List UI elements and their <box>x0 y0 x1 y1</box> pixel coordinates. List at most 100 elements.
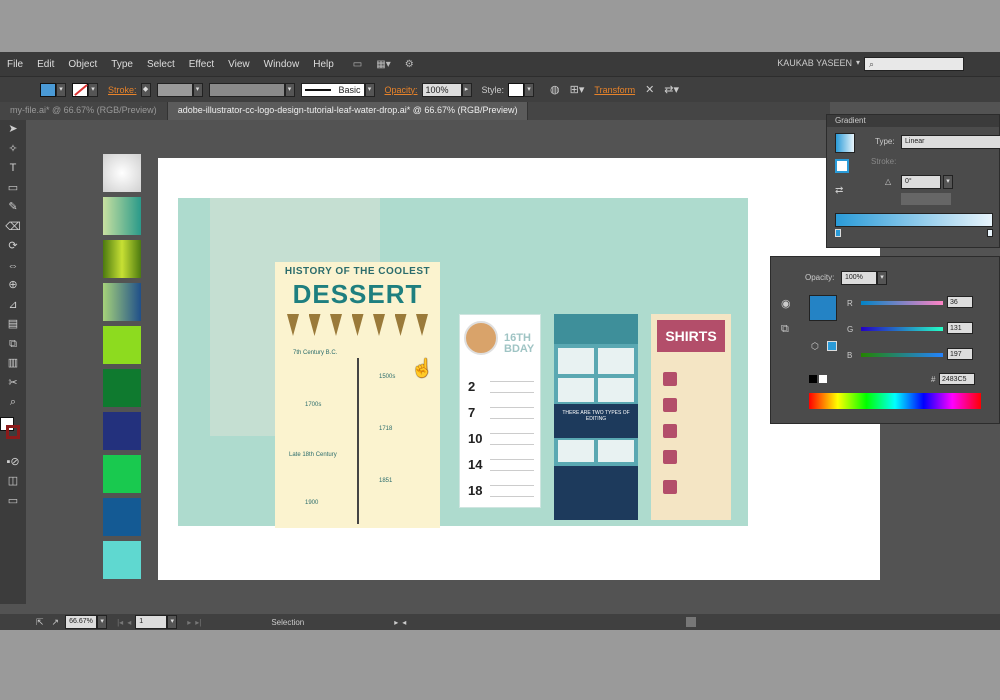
swatch-9[interactable] <box>103 498 141 536</box>
menu-view[interactable]: View <box>221 59 257 70</box>
selection-tool-icon[interactable]: ➤ <box>0 120 26 140</box>
appearance-icon[interactable]: ◉ <box>781 297 791 310</box>
r-slider[interactable] <box>861 301 943 305</box>
swatch-4[interactable] <box>103 283 141 321</box>
artboard-number-field[interactable]: 1 <box>135 615 168 629</box>
menu-select[interactable]: Select <box>140 59 182 70</box>
fill-stroke-control[interactable] <box>0 413 26 453</box>
eraser-tool-icon[interactable]: ⌫ <box>0 218 26 238</box>
rectangle-tool-icon[interactable]: ▭ <box>0 179 26 199</box>
swatch-3[interactable] <box>103 240 141 278</box>
horizontal-scroll-thumb[interactable] <box>686 617 697 627</box>
swatch-2[interactable] <box>103 197 141 235</box>
menu-object[interactable]: Object <box>61 59 104 70</box>
fill-dropdown[interactable]: ▾ <box>56 82 66 97</box>
gradient-tool-icon[interactable]: ▤ <box>0 315 26 335</box>
next-artboard-icon[interactable]: ▸ <box>187 618 191 627</box>
menu-type[interactable]: Type <box>104 59 140 70</box>
chevron-down-icon[interactable]: ▾ <box>856 58 860 67</box>
hex-field[interactable]: 2483C5 <box>939 373 975 385</box>
tab-leaf-water-drop[interactable]: adobe-illustrator-cc-logo-design-tutoria… <box>167 102 529 120</box>
brush-definition-field[interactable]: Basic <box>300 82 365 97</box>
b-slider[interactable] <box>861 353 943 357</box>
swatch-6[interactable] <box>103 369 141 407</box>
angle-dropdown[interactable]: ▾ <box>943 175 953 189</box>
slice-tool-icon[interactable]: ✂ <box>0 374 26 394</box>
gradient-fill-icon[interactable] <box>835 159 849 173</box>
graph-tool-icon[interactable]: ▥ <box>0 354 26 374</box>
panel-menu-icon[interactable]: ⇄▾ <box>664 83 679 96</box>
cube-icon[interactable]: ⬡ <box>811 341 819 352</box>
g-slider[interactable] <box>861 327 943 331</box>
last-artboard-icon[interactable]: ▸| <box>195 618 201 627</box>
bridge-icon[interactable]: ▭ <box>353 59 362 70</box>
user-name[interactable]: KAUKAB YASEEN <box>777 58 852 68</box>
first-artboard-icon[interactable]: |◂ <box>117 618 123 627</box>
menu-effect[interactable]: Effect <box>182 59 221 70</box>
gradient-stop-start[interactable] <box>835 229 841 237</box>
style-swatch[interactable] <box>508 82 525 97</box>
open-document-icon[interactable]: ↗ <box>52 617 60 628</box>
opacity-dropdown[interactable]: ▾ <box>877 271 887 285</box>
opacity-field[interactable]: 100% <box>841 271 877 285</box>
variable-width-field[interactable] <box>208 82 285 97</box>
stroke-swatch[interactable] <box>72 82 88 97</box>
perspective-grid-icon[interactable]: ⊿ <box>0 296 26 316</box>
brush-dropdown[interactable]: ▾ <box>364 82 375 97</box>
arrange-documents-icon[interactable]: ▦▾ <box>376 59 390 70</box>
r-value[interactable]: 36 <box>947 296 973 308</box>
teal-infographic[interactable]: THERE ARE TWO TYPES OF EDITING <box>554 314 638 520</box>
rotate-tool-icon[interactable]: ⟳ <box>0 237 26 257</box>
scroll-left-icon[interactable]: ◂ <box>402 618 406 627</box>
blend-tool-icon[interactable]: ⧉ <box>0 335 26 355</box>
stroke-label[interactable]: Stroke: <box>108 85 137 95</box>
search-input[interactable]: ⌕ <box>864 57 964 71</box>
align-icon[interactable]: ⊞▾ <box>570 83 585 96</box>
zoom-dropdown[interactable]: ▾ <box>97 615 108 629</box>
tab-my-file[interactable]: my-file.ai* @ 66.67% (RGB/Preview) <box>0 102 168 120</box>
angle-field[interactable]: 0° <box>901 175 941 189</box>
status-menu-icon[interactable]: ▸ <box>394 618 398 627</box>
opacity-label[interactable]: Opacity: <box>385 85 418 95</box>
gradient-type-select[interactable]: Linear <box>901 135 1000 149</box>
menu-window[interactable]: Window <box>257 59 307 70</box>
fill-color-swatch[interactable] <box>809 295 837 321</box>
style-dropdown[interactable]: ▾ <box>524 82 535 97</box>
gradient-slider[interactable] <box>835 213 993 227</box>
aspect-field[interactable] <box>901 193 951 205</box>
b-value[interactable]: 197 <box>947 348 973 360</box>
previous-artboard-icon[interactable]: ◂ <box>127 618 131 627</box>
swatches-icon[interactable]: ⧉ <box>781 323 789 336</box>
shirts-infographic[interactable]: SHIRTS <box>651 314 731 520</box>
artboard-dropdown[interactable]: ▾ <box>167 615 178 629</box>
opacity-arrow[interactable]: ▸ <box>461 82 472 97</box>
screen-mode-icon[interactable]: ▭ <box>0 492 26 512</box>
width-tool-icon[interactable]: ⇔ <box>0 257 26 277</box>
recolor-icon[interactable]: ◍ <box>550 83 560 96</box>
swatch-5[interactable] <box>103 326 141 364</box>
opacity-field[interactable]: 100% <box>421 82 462 97</box>
gradient-panel-title[interactable]: Gradient <box>827 115 999 127</box>
transform-link[interactable]: Transform <box>594 85 635 95</box>
menu-file[interactable]: File <box>0 59 30 70</box>
reverse-gradient-icon[interactable]: ⇄ <box>835 185 843 196</box>
artboard-nav-icon[interactable]: ⇱ <box>36 617 44 628</box>
birthday-infographic[interactable]: 16TH BDAY 2 7 10 14 18 <box>459 314 541 508</box>
stroke-weight-stepper[interactable]: ◆ <box>140 82 151 97</box>
stroke-weight-field[interactable] <box>156 82 193 97</box>
shape-builder-icon[interactable]: ⊕ <box>0 276 26 296</box>
color-mode-icon[interactable]: ▪⊘ <box>0 453 26 473</box>
stroke-weight-dropdown[interactable]: ▾ <box>192 82 203 97</box>
fill-swatch[interactable] <box>40 82 56 97</box>
menu-edit[interactable]: Edit <box>30 59 61 70</box>
draw-mode-icon[interactable]: ◫ <box>0 472 26 492</box>
gpu-icon[interactable]: ⚙ <box>405 59 414 70</box>
swatch-8[interactable] <box>103 455 141 493</box>
zoom-tool-icon[interactable]: ⌕ <box>0 393 26 413</box>
pencil-tool-icon[interactable]: ✎ <box>0 198 26 218</box>
g-value[interactable]: 131 <box>947 322 973 334</box>
white-swatch[interactable] <box>819 375 827 383</box>
magic-wand-icon[interactable]: ✧ <box>0 140 26 160</box>
gradient-preview-swatch[interactable] <box>835 133 855 153</box>
isolate-icon[interactable]: ✕ <box>645 83 654 96</box>
